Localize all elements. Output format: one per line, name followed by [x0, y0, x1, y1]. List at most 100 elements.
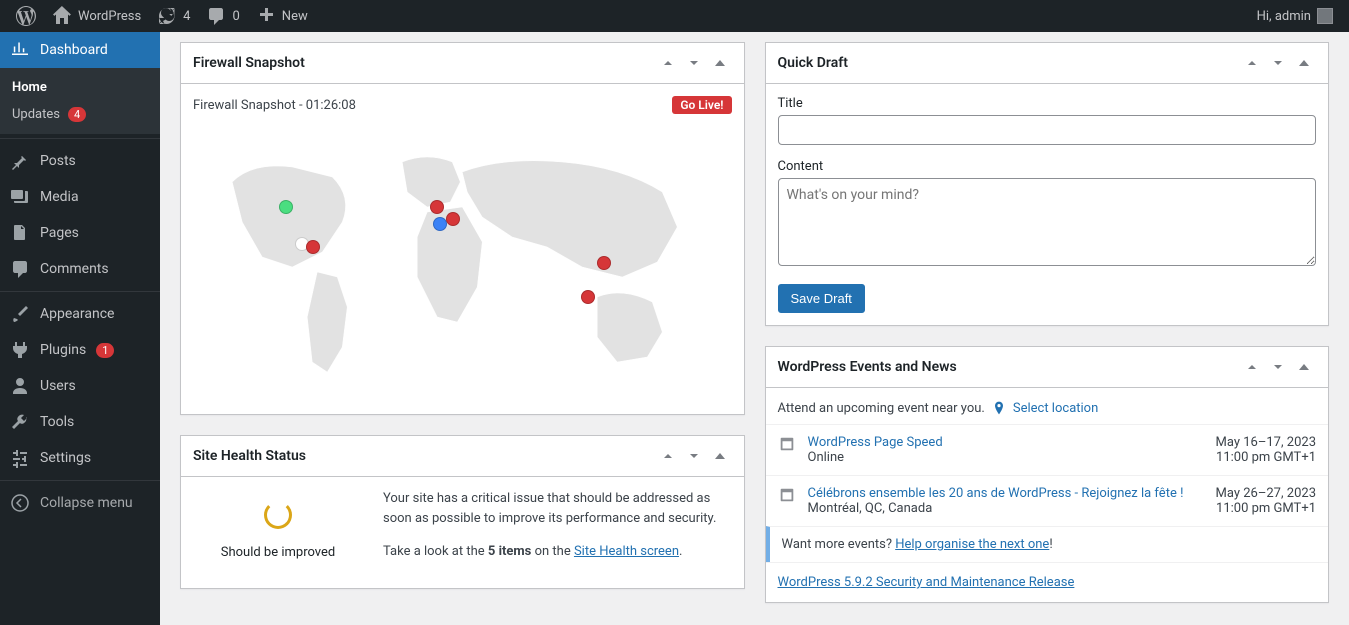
draft-content-textarea[interactable] [778, 178, 1317, 266]
move-down-button[interactable] [1266, 355, 1290, 379]
toggle-button[interactable] [708, 444, 732, 468]
widget-title: Site Health Status [193, 448, 306, 464]
map-marker [581, 290, 595, 304]
sidebar-item-tools[interactable]: Tools [0, 404, 160, 440]
wrench-icon [10, 412, 30, 432]
comments-bar-item[interactable]: 0 [198, 0, 247, 32]
widget-header: Site Health Status [181, 436, 744, 477]
sidebar-sub-updates[interactable]: Updates 4 [0, 101, 160, 128]
site-name: WordPress [78, 9, 141, 24]
plug-icon [10, 340, 30, 360]
triangle-up-icon [1294, 53, 1314, 73]
pin-icon [10, 151, 30, 171]
sidebar-item-plugins[interactable]: Plugins 1 [0, 332, 160, 368]
move-up-button[interactable] [656, 444, 680, 468]
chevron-up-icon [1242, 357, 1262, 377]
move-up-button[interactable] [1240, 51, 1264, 75]
collapse-menu[interactable]: Collapse menu [0, 485, 160, 521]
updates-count-bar: 4 [183, 9, 190, 24]
pages-icon [10, 223, 30, 243]
map-marker [433, 217, 447, 231]
move-down-button[interactable] [682, 51, 706, 75]
new-content[interactable]: New [248, 0, 316, 32]
widget-title: Firewall Snapshot [193, 55, 305, 71]
map-marker [446, 212, 460, 226]
event-item: WordPress Page Speed Online May 16–17, 2… [766, 424, 1329, 475]
news-links: WordPress 5.9.2 Security and Maintenance… [766, 562, 1329, 602]
save-draft-button[interactable]: Save Draft [778, 284, 865, 313]
avatar [1317, 8, 1333, 24]
go-live-button[interactable]: Go Live! [672, 96, 731, 114]
widget-title: WordPress Events and News [778, 359, 957, 375]
sidebar-label: Users [40, 378, 76, 394]
comment-icon [206, 6, 226, 26]
sidebar-label: Tools [40, 414, 74, 430]
sidebar-item-pages[interactable]: Pages [0, 215, 160, 251]
widget-header: Firewall Snapshot [181, 43, 744, 84]
greeting: Hi, admin [1257, 9, 1311, 24]
toggle-button[interactable] [708, 51, 732, 75]
wordpress-icon [16, 6, 36, 26]
site-health-widget: Site Health Status Should be improved Yo… [180, 435, 745, 589]
event-time: 11:00 pm GMT+1 [1216, 450, 1316, 465]
sidebar-sub-home[interactable]: Home [0, 74, 160, 101]
sidebar-item-appearance[interactable]: Appearance [0, 296, 160, 332]
move-down-button[interactable] [1266, 51, 1290, 75]
triangle-up-icon [710, 446, 730, 466]
admin-sidebar: Dashboard Home Updates 4 Posts Media Pag… [0, 32, 160, 625]
sidebar-item-posts[interactable]: Posts [0, 143, 160, 179]
site-link[interactable]: WordPress [44, 0, 149, 32]
updates-badge: 4 [68, 107, 86, 122]
sidebar-item-settings[interactable]: Settings [0, 440, 160, 476]
content-label: Content [778, 159, 1317, 174]
chevron-up-icon [1242, 53, 1262, 73]
event-item: Célébrons ensemble les 20 ans de WordPre… [766, 475, 1329, 526]
world-map-svg [193, 122, 732, 402]
map-marker [306, 240, 320, 254]
chevron-down-icon [1268, 53, 1288, 73]
sidebar-item-media[interactable]: Media [0, 179, 160, 215]
news-article-link[interactable]: WordPress 5.9.2 Security and Maintenance… [778, 575, 1075, 590]
event-title-link[interactable]: WordPress Page Speed [808, 435, 1206, 450]
select-location-link[interactable]: Select location [1013, 401, 1098, 416]
event-time: 11:00 pm GMT+1 [1216, 501, 1316, 516]
widget-header: WordPress Events and News [766, 347, 1329, 388]
move-up-button[interactable] [656, 51, 680, 75]
event-date: May 26–27, 2023 [1216, 486, 1316, 501]
chevron-down-icon [684, 446, 704, 466]
sidebar-item-comments[interactable]: Comments [0, 251, 160, 287]
main-content: Firewall Snapshot Firewall Snapshot - 01… [160, 32, 1349, 625]
chevron-down-icon [1268, 357, 1288, 377]
sidebar-item-dashboard[interactable]: Dashboard [0, 32, 160, 68]
move-up-button[interactable] [1240, 355, 1264, 379]
toggle-button[interactable] [1292, 355, 1316, 379]
move-down-button[interactable] [682, 444, 706, 468]
updates-bar-item[interactable]: 4 [149, 0, 198, 32]
health-message: Your site has a critical issue that shou… [383, 489, 732, 528]
organise-event-link[interactable]: Help organise the next one [895, 537, 1049, 552]
event-location: Online [808, 450, 1206, 465]
sidebar-label: Media [40, 189, 79, 205]
plus-icon [256, 6, 276, 26]
event-date: May 16–17, 2023 [1216, 435, 1316, 450]
sidebar-label: Comments [40, 261, 109, 277]
chevron-up-icon [658, 53, 678, 73]
wp-logo[interactable] [8, 0, 44, 32]
health-status-text: Should be improved [193, 545, 363, 560]
new-label: New [282, 9, 308, 24]
toggle-button[interactable] [1292, 51, 1316, 75]
dashboard-icon [10, 40, 30, 60]
sidebar-label: Collapse menu [40, 495, 133, 511]
event-title-link[interactable]: Célébrons ensemble les 20 ans de WordPre… [808, 486, 1206, 501]
home-icon [52, 6, 72, 26]
sidebar-item-users[interactable]: Users [0, 368, 160, 404]
account-link[interactable]: Hi, admin [1249, 0, 1341, 32]
triangle-up-icon [710, 53, 730, 73]
title-label: Title [778, 96, 1317, 111]
plugins-badge: 1 [96, 343, 114, 358]
sidebar-label: Settings [40, 450, 91, 466]
site-health-link[interactable]: Site Health screen [574, 544, 679, 559]
snapshot-timestamp: Firewall Snapshot - 01:26:08 [193, 98, 356, 113]
draft-title-input[interactable] [778, 115, 1317, 145]
sub-label: Updates [12, 107, 60, 122]
